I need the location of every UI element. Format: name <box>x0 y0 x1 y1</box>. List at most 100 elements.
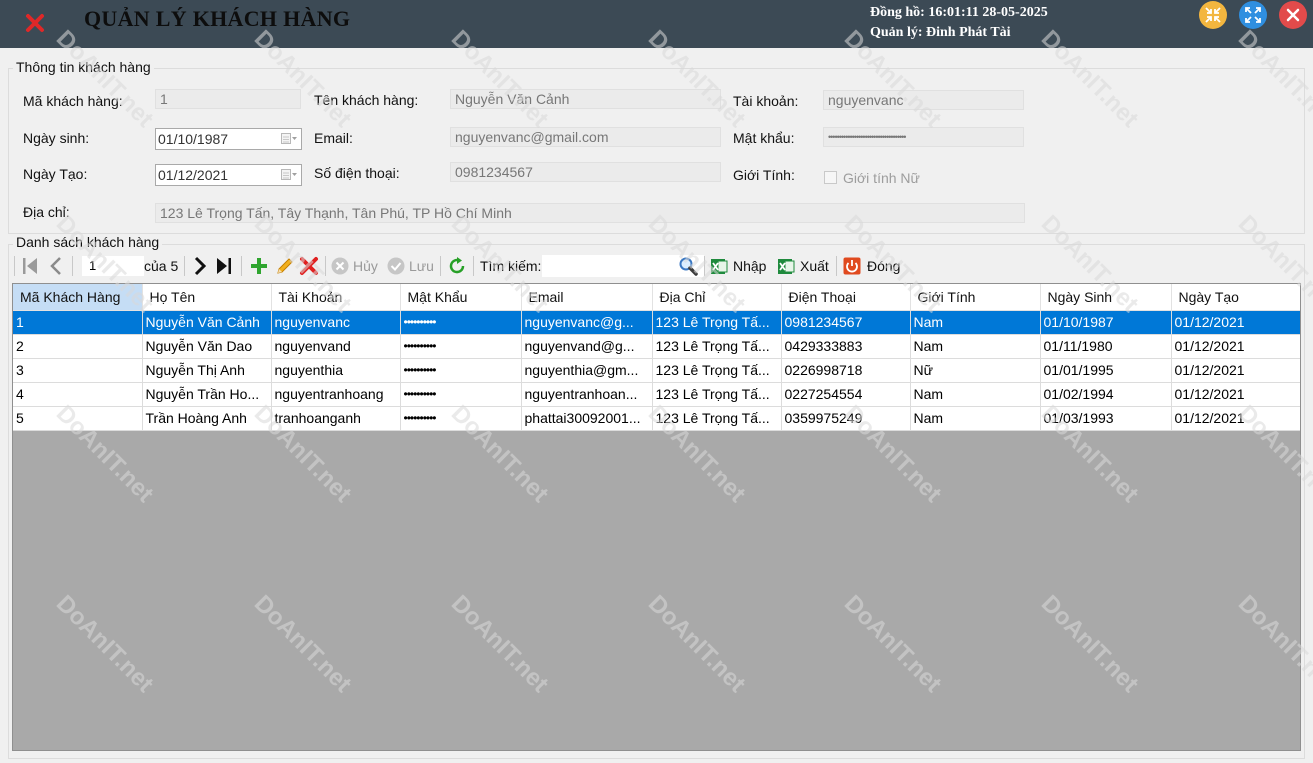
column-header[interactable]: Điện Thoại <box>781 284 911 311</box>
table-cell[interactable]: •••••••••• <box>400 310 522 335</box>
minimize-button[interactable] <box>1199 1 1227 29</box>
save-button[interactable]: Lưu <box>386 253 434 279</box>
table-cell[interactable]: 0981234567 <box>781 310 911 335</box>
customer-name-field[interactable]: Nguyễn Văn Cảnh <box>450 89 721 109</box>
table-row[interactable]: 4 Nguyễn Trần Ho... nguyentranhoang ••••… <box>13 382 1300 407</box>
birthdate-picker[interactable]: 01/10/1987 <box>155 128 302 150</box>
table-cell[interactable]: Nguyễn Trần Ho... <box>142 382 272 407</box>
gender-female-label[interactable]: Giới tính Nữ <box>843 170 920 186</box>
table-cell[interactable]: nguyentranhoang <box>271 382 401 407</box>
gender-female-checkbox[interactable] <box>824 171 837 184</box>
email-field[interactable]: nguyenvanc@gmail.com <box>450 127 721 147</box>
birthdate-value: 01/10/1987 <box>158 131 229 147</box>
table-cell[interactable]: 5 <box>13 406 143 431</box>
table-cell[interactable]: 01/03/1993 <box>1040 406 1172 431</box>
table-cell[interactable]: 01/12/2021 <box>1171 310 1300 335</box>
table-cell[interactable]: nguyenvand@g... <box>521 334 653 359</box>
table-cell[interactable]: 01/12/2021 <box>1171 382 1300 407</box>
table-cell[interactable]: nguyenthia@gm... <box>521 358 653 383</box>
cancel-button[interactable]: Hủy <box>330 253 378 279</box>
table-cell[interactable]: 0359975249 <box>781 406 911 431</box>
table-cell[interactable]: nguyentranhoan... <box>521 382 653 407</box>
table-cell[interactable]: 4 <box>13 382 143 407</box>
table-cell[interactable]: •••••••••• <box>400 358 522 383</box>
column-header[interactable]: Địa Chỉ <box>652 284 782 311</box>
column-header[interactable]: Email <box>521 284 653 311</box>
column-header[interactable]: Giới Tính <box>910 284 1041 311</box>
table-cell[interactable]: 0227254554 <box>781 382 911 407</box>
calendar-dropdown-icon[interactable] <box>281 169 297 181</box>
refresh-button[interactable] <box>447 253 467 279</box>
table-cell[interactable]: 01/02/1994 <box>1040 382 1172 407</box>
table-cell[interactable]: 123 Lê Trọng Tấ... <box>652 310 782 335</box>
table-cell[interactable]: Nam <box>910 334 1041 359</box>
table-cell[interactable]: tranhoanganh <box>271 406 401 431</box>
app-title: QUẢN LÝ KHÁCH HÀNG <box>84 6 351 31</box>
customer-id-field[interactable]: 1 <box>155 89 301 109</box>
table-cell[interactable]: 123 Lê Trọng Tấ... <box>652 382 782 407</box>
table-cell[interactable]: Nữ <box>910 358 1041 383</box>
table-cell[interactable]: 01/12/2021 <box>1171 334 1300 359</box>
created-date-picker[interactable]: 01/12/2021 <box>155 164 302 186</box>
table-cell[interactable]: Nguyễn Thị Anh <box>142 358 272 383</box>
add-button[interactable] <box>249 253 269 279</box>
table-row[interactable]: 2 Nguyễn Văn Dao nguyenvand •••••••••• n… <box>13 334 1300 359</box>
table-cell[interactable]: phattai30092001... <box>521 406 653 431</box>
position-input[interactable]: 1 <box>82 256 144 276</box>
column-header[interactable]: Mã Khách Hàng <box>13 284 143 311</box>
close-form-button[interactable]: Đóng <box>842 253 900 279</box>
table-cell[interactable]: 123 Lê Trọng Tấ... <box>652 358 782 383</box>
table-cell[interactable]: •••••••••• <box>400 334 522 359</box>
address-field[interactable]: 123 Lê Trọng Tấn, Tây Thạnh, Tân Phú, TP… <box>155 203 1025 223</box>
edit-button[interactable] <box>275 253 295 279</box>
move-first-button[interactable] <box>20 253 40 279</box>
phone-field[interactable]: 0981234567 <box>450 162 721 182</box>
table-cell[interactable]: 01/10/1987 <box>1040 310 1172 335</box>
app-close-icon[interactable] <box>24 12 46 34</box>
customer-grid[interactable]: Mã Khách Hàng Họ Tên Tài Khoản Mật Khẩu … <box>12 283 1301 751</box>
table-cell[interactable]: 01/11/1980 <box>1040 334 1172 359</box>
column-header[interactable]: Ngày Tạo <box>1171 284 1300 311</box>
window-close-button[interactable] <box>1279 1 1307 29</box>
table-cell[interactable]: Nguyễn Văn Cảnh <box>142 310 272 335</box>
password-field[interactable]: •••••••••••••••••••••••••••••••••••• <box>823 127 1024 147</box>
table-cell[interactable]: nguyenvand <box>271 334 401 359</box>
table-cell[interactable]: 1 <box>13 310 143 335</box>
table-row[interactable]: 1 Nguyễn Văn Cảnh nguyenvanc •••••••••• … <box>13 310 1300 335</box>
table-cell[interactable]: nguyenthia <box>271 358 401 383</box>
table-cell[interactable]: Nam <box>910 406 1041 431</box>
column-header[interactable]: Tài Khoản <box>271 284 401 311</box>
table-cell[interactable]: 01/01/1995 <box>1040 358 1172 383</box>
table-cell[interactable]: 123 Lê Trọng Tấ... <box>652 406 782 431</box>
move-next-button[interactable] <box>190 253 210 279</box>
table-row[interactable]: 3 Nguyễn Thị Anh nguyenthia •••••••••• n… <box>13 358 1300 383</box>
maximize-button[interactable] <box>1239 1 1267 29</box>
calendar-dropdown-icon[interactable] <box>281 133 297 145</box>
table-cell[interactable]: Nam <box>910 310 1041 335</box>
move-previous-button[interactable] <box>46 253 66 279</box>
table-cell[interactable]: 01/12/2021 <box>1171 358 1300 383</box>
table-cell[interactable]: 123 Lê Trọng Tấ... <box>652 334 782 359</box>
table-cell[interactable]: 0429333883 <box>781 334 911 359</box>
column-header[interactable]: Mật Khẩu <box>400 284 522 311</box>
move-last-button[interactable] <box>214 253 234 279</box>
table-cell[interactable]: 0226998718 <box>781 358 911 383</box>
table-cell[interactable]: 01/12/2021 <box>1171 406 1300 431</box>
table-cell[interactable]: Trần Hoàng Anh <box>142 406 272 431</box>
table-cell[interactable]: •••••••••• <box>400 382 522 407</box>
delete-button[interactable] <box>299 253 319 279</box>
export-button[interactable]: Xuất <box>776 253 829 279</box>
table-cell[interactable]: Nam <box>910 382 1041 407</box>
table-cell[interactable]: Nguyễn Văn Dao <box>142 334 272 359</box>
table-cell[interactable]: 3 <box>13 358 143 383</box>
search-button[interactable] <box>678 253 698 279</box>
table-row[interactable]: 5 Trần Hoàng Anh tranhoanganh ••••••••••… <box>13 406 1300 431</box>
account-field[interactable]: nguyenvanc <box>823 90 1024 110</box>
table-cell[interactable]: •••••••••• <box>400 406 522 431</box>
column-header[interactable]: Ngày Sinh <box>1040 284 1172 311</box>
table-cell[interactable]: nguyenvanc <box>271 310 401 335</box>
column-header[interactable]: Họ Tên <box>142 284 272 311</box>
import-button[interactable]: Nhập <box>709 253 766 279</box>
table-cell[interactable]: nguyenvanc@g... <box>521 310 653 335</box>
table-cell[interactable]: 2 <box>13 334 143 359</box>
